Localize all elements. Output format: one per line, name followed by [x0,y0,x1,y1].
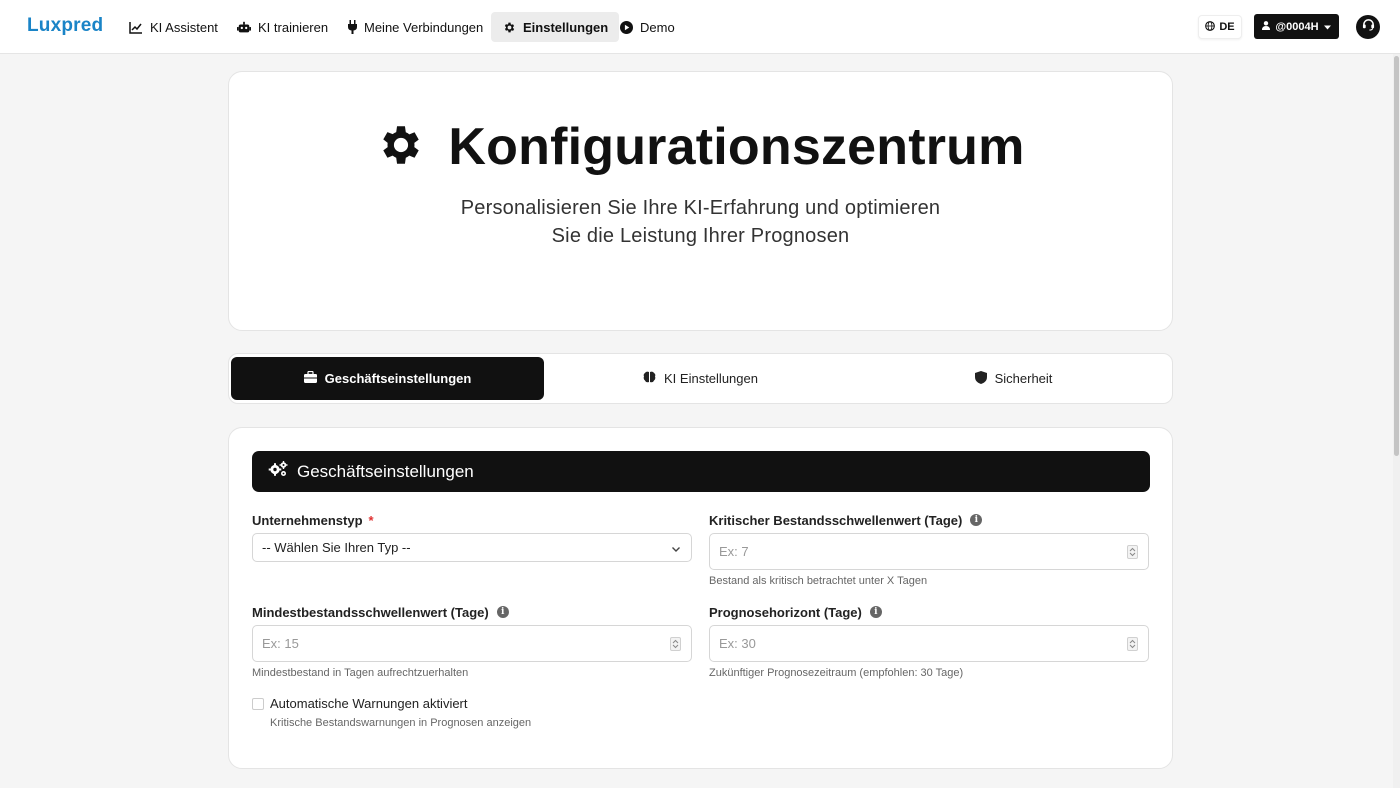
nav-label: KI trainieren [258,19,329,35]
forecast-horizon-hint: Zukünftiger Prognosezeitraum (empfohlen:… [709,667,964,679]
number-spinner-icon[interactable] [1127,545,1138,559]
critical-threshold-input[interactable]: Ex: 7 [709,533,1149,570]
info-icon[interactable]: i [970,514,983,526]
critical-threshold-hint: Bestand als kritisch betrachtet unter X … [709,575,928,587]
user-name: @0004H [1275,20,1319,33]
headset-icon [1362,18,1375,36]
language-label: DE [1219,21,1235,33]
shield-icon [974,370,987,387]
gear-icon [376,120,426,175]
robot-icon [237,20,251,34]
input-placeholder: Ex: 7 [719,544,749,559]
briefcase-icon [303,370,317,386]
page-title: Konfigurationszentrum [448,118,1025,176]
section-title: Geschäftseinstellungen [297,461,474,481]
gear-icon [502,20,516,34]
company-type-label: Unternehmenstyp * [252,512,374,528]
tab-sicherheit[interactable]: Sicherheit [857,357,1170,400]
user-menu-button[interactable]: @0004H [1254,14,1339,39]
luxpred-logo[interactable]: Luxpred [27,15,103,37]
nav-demo[interactable]: Demo [608,12,686,42]
min-threshold-hint: Mindestbestand in Tagen aufrechtzuerhalt… [252,667,469,679]
play-circle-icon [619,20,633,34]
auto-warnings-row[interactable]: Automatische Warnungen aktiviert [252,696,468,711]
subtitle-line: Sie die Leistung Ihrer Prognosen [551,225,850,247]
nav-einstellungen[interactable]: Einstellungen [491,12,620,42]
tab-label: Geschäftseinstellungen [324,371,472,386]
hero-card: Konfigurationszentrum Personalisieren Si… [228,71,1173,331]
section-header: Geschäftseinstellungen [252,451,1150,492]
chart-line-icon [129,20,143,34]
gears-icon [268,461,288,482]
scrollbar-thumb[interactable] [1394,56,1399,456]
forecast-horizon-input[interactable]: Ex: 30 [709,625,1149,662]
nav-label: Einstellungen [523,19,609,35]
info-icon[interactable]: i [869,606,882,618]
tab-label: Sicherheit [994,371,1053,386]
info-icon[interactable]: i [496,606,509,618]
required-mark: * [368,512,374,528]
company-type-select[interactable]: -- Wählen Sie Ihren Typ -- [252,533,692,562]
nav-label: Demo [640,19,675,35]
number-spinner-icon[interactable] [670,637,681,651]
label-text: Unternehmenstyp [252,512,363,528]
company-type-group: Unternehmenstyp * [252,512,374,528]
label-text: Prognosehorizont (Tage) [709,604,862,620]
auto-warnings-label[interactable]: Automatische Warnungen aktiviert [270,696,468,711]
tab-ki-einstellungen[interactable]: KI Einstellungen [544,357,857,400]
tab-label: KI Einstellungen [664,371,758,386]
page-scrollbar[interactable] [1393,54,1400,788]
input-placeholder: Ex: 15 [262,636,299,651]
min-threshold-label: Mindestbestandsschwellenwert (Tage) i [252,604,509,620]
input-placeholder: Ex: 30 [719,636,756,651]
top-navbar: Luxpred KI Assistent KI trainieren Meine… [0,0,1400,54]
select-value: -- Wählen Sie Ihren Typ -- [262,540,411,555]
nav-label: KI Assistent [150,19,218,35]
hero-title-row: Konfigurationszentrum [229,117,1172,177]
business-settings-card: Geschäftseinstellungen Unternehmenstyp *… [228,427,1173,769]
language-switcher[interactable]: DE [1198,15,1242,39]
subtitle-line: Personalisieren Sie Ihre KI-Erfahrung un… [460,197,941,219]
label-text: Kritischer Bestandsschwellenwert (Tage) [709,512,963,528]
nav-label: Meine Verbindungen [364,19,484,35]
caret-down-icon [1323,21,1331,33]
globe-icon [1205,20,1216,34]
support-button[interactable] [1356,15,1380,39]
nav-meine-verbindungen[interactable]: Meine Verbindungen [336,12,494,42]
settings-tabs: Geschäftseinstellungen KI Einstellungen … [228,353,1173,404]
critical-threshold-label: Kritischer Bestandsschwellenwert (Tage) … [709,512,983,528]
forecast-horizon-group: Prognosehorizont (Tage) i [709,604,882,620]
chevron-down-icon [671,542,681,557]
min-threshold-group: Mindestbestandsschwellenwert (Tage) i [252,604,509,620]
critical-threshold-group: Kritischer Bestandsschwellenwert (Tage) … [709,512,983,528]
min-threshold-input[interactable]: Ex: 15 [252,625,692,662]
forecast-horizon-label: Prognosehorizont (Tage) i [709,604,882,620]
page-subtitle: Personalisieren Sie Ihre KI-Erfahrung un… [229,194,1172,250]
plug-icon [347,20,357,34]
number-spinner-icon[interactable] [1127,637,1138,651]
auto-warnings-hint: Kritische Bestandswarnungen in Prognosen… [270,717,532,729]
label-text: Mindestbestandsschwellenwert (Tage) [252,604,489,620]
auto-warnings-checkbox[interactable] [252,697,264,710]
nav-ki-trainieren[interactable]: KI trainieren [226,12,339,42]
user-icon [1262,20,1271,33]
tab-geschaeftseinstellungen[interactable]: Geschäftseinstellungen [231,357,544,400]
nav-ki-assistent[interactable]: KI Assistent [118,12,229,42]
brain-icon [643,371,656,386]
